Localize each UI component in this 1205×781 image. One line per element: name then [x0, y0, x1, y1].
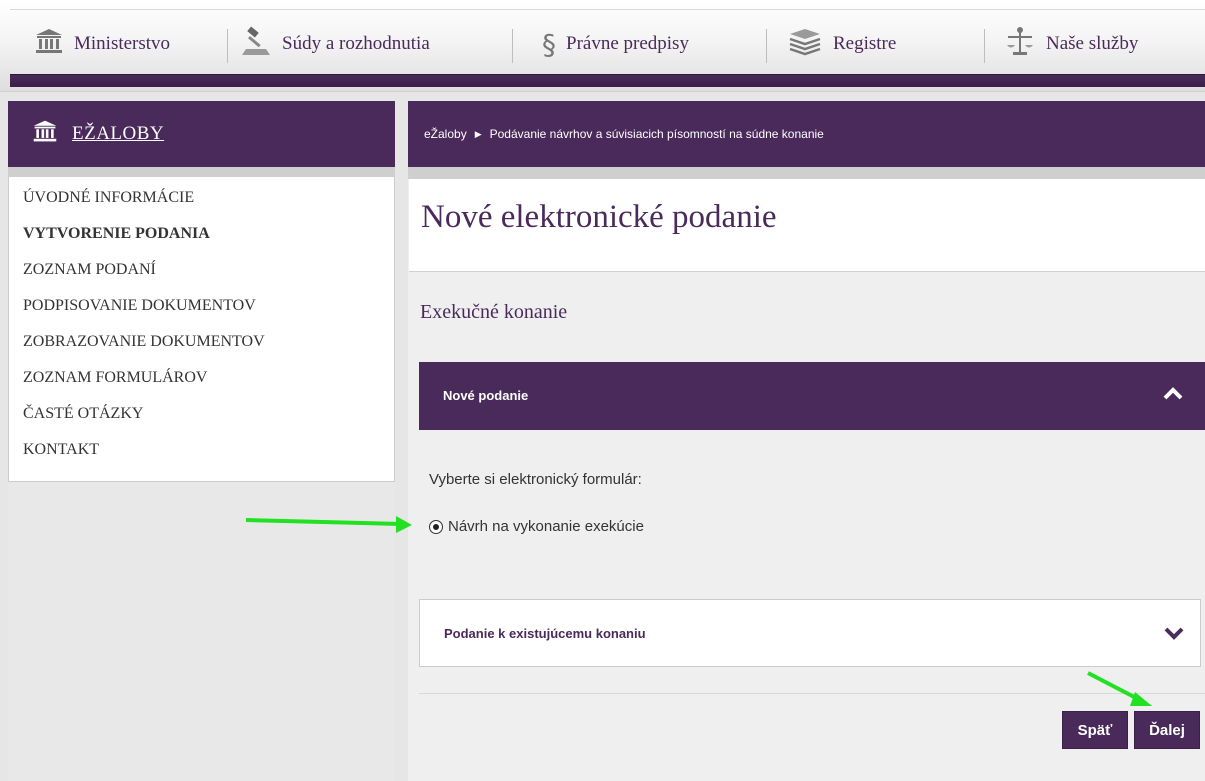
breadcrumb-current: Podávanie návrhov a súvisiacich písomnos… [489, 127, 824, 141]
paragraph-icon: § [542, 27, 556, 61]
nav-separator [227, 29, 228, 63]
top-rule [10, 9, 1205, 10]
page-title: Nové elektronické podanie [421, 199, 777, 235]
accordion-podanie-k-existujucemu-konaniu[interactable]: Podanie k existujúcemu konaniu [419, 599, 1201, 667]
nav-pravne-predpisy[interactable]: § Právne predpisy [542, 24, 689, 64]
accordion-label: Podanie k existujúcemu konaniu [444, 626, 646, 641]
sidebar-title: EŽALOBY [72, 123, 165, 144]
sidebar-divider [8, 167, 395, 177]
nav-label: Ministerstvo [74, 33, 171, 54]
accordion-nove-podanie[interactable]: Nové podanie [419, 362, 1205, 430]
gavel-icon [240, 25, 272, 63]
scales-icon [1004, 25, 1036, 63]
nav-label: Registre [833, 33, 897, 54]
sidebar-item-zoznam-formularov[interactable]: ZOZNAM FORMULÁROV [9, 365, 394, 401]
nav-label: Súdy a rozhodnutia [282, 33, 430, 54]
divider [419, 693, 1205, 694]
breadcrumb: eŽaloby ▶ Podávanie návrhov a súvisiacic… [408, 101, 1205, 167]
radio-button[interactable] [429, 519, 443, 534]
sidebar-header-ezaloby[interactable]: EŽALOBY [8, 101, 395, 167]
nav-ministerstvo[interactable]: Ministerstvo [34, 24, 170, 64]
sidebar-item-vytvorenie-podania[interactable]: VYTVORENIE PODANIA [9, 221, 394, 257]
chevron-down-icon [1164, 626, 1184, 645]
nav-label: Právne predpisy [566, 33, 689, 54]
sidebar-item-zobrazovanie-dokumentov[interactable]: ZOBRAZOVANIE DOKUMENTOV [9, 329, 394, 365]
accordion-label: Nové podanie [443, 388, 529, 403]
next-button[interactable]: Ďalej [1134, 711, 1200, 749]
top-navigation: Ministerstvo Súdy a rozhodnutia § Právne… [0, 0, 1205, 92]
sidebar-item-zoznam-podani[interactable]: ZOZNAM PODANÍ [9, 257, 394, 293]
nav-separator [512, 29, 513, 63]
section-title: Exekučné konanie [420, 301, 568, 323]
form-choose-label: Vyberte si elektronický formulár: [429, 471, 642, 488]
breadcrumb-arrow-icon: ▶ [474, 128, 482, 139]
building-icon [34, 26, 64, 62]
sidebar-item-kontakt[interactable]: KONTAKT [9, 437, 394, 473]
nav-label: Naše služby [1046, 33, 1139, 54]
sidebar-menu: ÚVODNÉ INFORMÁCIE VYTVORENIE PODANIA ZOZ… [8, 177, 395, 482]
nav-sudy[interactable]: Súdy a rozhodnutia [240, 24, 430, 64]
top-accent-bar [10, 74, 1205, 87]
stack-icon [787, 26, 823, 62]
sidebar-background [8, 482, 395, 781]
nav-nase-sluzby[interactable]: Naše služby [1004, 24, 1138, 64]
radio-navrh-na-vykonanie-exekucie[interactable]: Návrh na vykonanie exekúcie [429, 518, 644, 535]
title-divider [408, 167, 1205, 179]
nav-registre[interactable]: Registre [787, 24, 896, 64]
sidebar-item-podpisovanie-dokumentov[interactable]: PODPISOVANIE DOKUMENTOV [9, 293, 394, 329]
page-title-box: Nové elektronické podanie [409, 179, 1205, 272]
breadcrumb-root-link[interactable]: eŽaloby [424, 127, 467, 141]
sidebar-item-uvodne-informacie[interactable]: ÚVODNÉ INFORMÁCIE [9, 185, 394, 221]
radio-label: Návrh na vykonanie exekúcie [448, 518, 644, 535]
building-icon [32, 118, 58, 150]
main-content: eŽaloby ▶ Podávanie návrhov a súvisiacic… [408, 101, 1205, 781]
sidebar-item-caste-otazky[interactable]: ČASTÉ OTÁZKY [9, 401, 394, 437]
back-button[interactable]: Späť [1062, 711, 1128, 749]
nav-separator [766, 29, 767, 63]
chevron-up-icon [1163, 386, 1183, 405]
nav-separator [984, 29, 985, 63]
